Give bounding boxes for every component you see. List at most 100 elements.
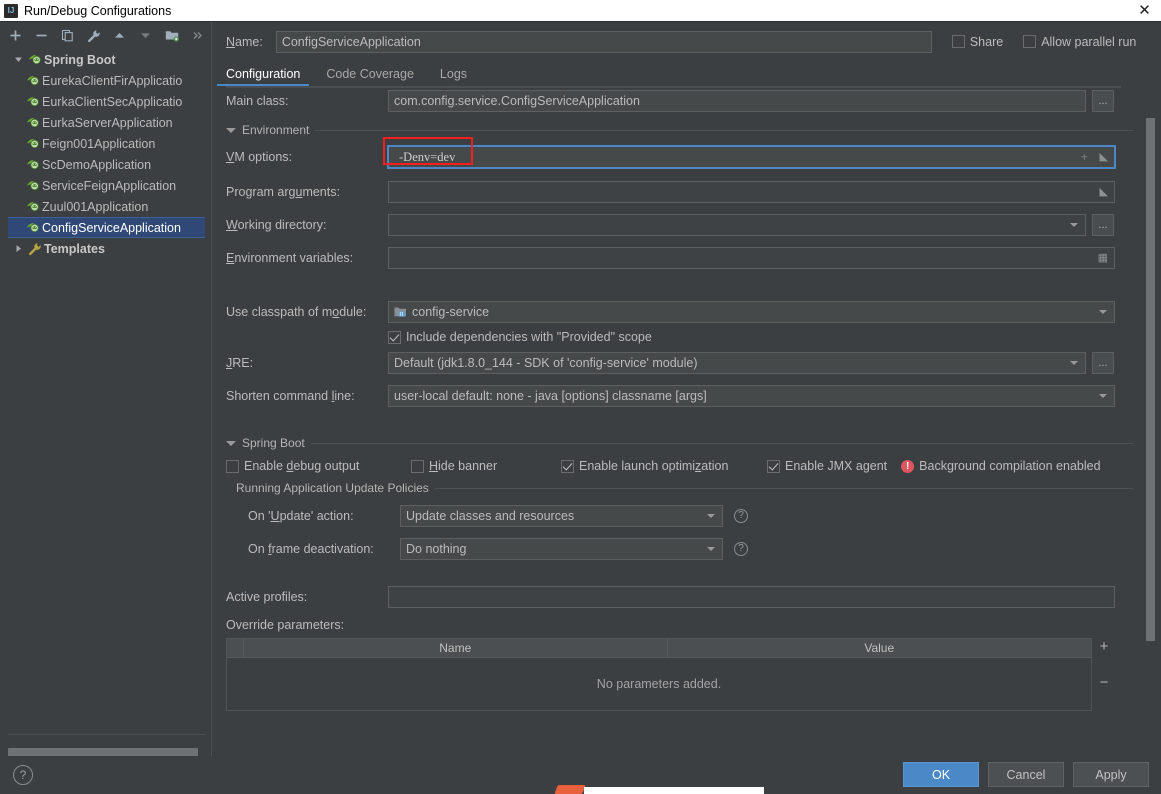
active-profiles-field[interactable] — [388, 586, 1115, 608]
tree-item-scdemoapplication[interactable]: ScDemoApplication — [8, 154, 205, 175]
enable-launch-optimization-checkbox[interactable]: Enable launch optimization — [561, 459, 767, 473]
tab-code-coverage[interactable]: Code Coverage — [326, 67, 414, 86]
enable-launch-optimization-checkbox-box[interactable] — [561, 459, 574, 473]
main-class-browse-button[interactable]: ... — [1092, 90, 1114, 112]
parameters-grid[interactable]: Name Value No parameters added. — [226, 638, 1092, 711]
dialog-footer: ? OK Cancel Apply — [0, 756, 1161, 794]
tab-logs[interactable]: Logs — [440, 67, 467, 86]
shorten-command-line-dropdown[interactable]: user-local default: none - java [options… — [388, 385, 1115, 407]
enable-debug-output-checkbox-box[interactable] — [226, 459, 239, 473]
copy-icon[interactable] — [59, 27, 76, 44]
enable-jmx-agent-checkbox[interactable]: Enable JMX agent — [767, 459, 887, 473]
share-checkbox[interactable]: Share — [951, 35, 1003, 49]
include-provided-checkbox-box[interactable] — [388, 330, 401, 344]
wrench-icon[interactable] — [85, 27, 102, 44]
apply-button[interactable]: Apply — [1073, 762, 1149, 787]
scrollbar-thumb[interactable] — [1146, 118, 1155, 641]
program-arguments-row: Program arguments: ◣ — [226, 181, 1133, 203]
chevron-down-icon[interactable] — [707, 514, 715, 518]
expand-icon[interactable]: ◣ — [1100, 147, 1108, 167]
plus-icon[interactable] — [7, 27, 24, 44]
tree-item-configserviceapplication[interactable]: ConfigServiceApplication — [8, 217, 205, 238]
close-icon[interactable]: ✕ — [1136, 2, 1153, 19]
vm-options-wrapper: -Denv=dev + ◣ — [383, 137, 1116, 169]
arrow-up-icon[interactable] — [111, 27, 128, 44]
jre-dropdown[interactable]: Default (jdk1.8.0_144 - SDK of 'config-s… — [388, 352, 1086, 374]
run-config-icon — [24, 74, 42, 87]
working-directory-field[interactable] — [388, 214, 1086, 236]
chevron-down-icon[interactable] — [1070, 223, 1078, 227]
expand-icon[interactable]: ◣ — [1100, 182, 1108, 202]
help-icon[interactable]: ? — [734, 542, 748, 556]
override-parameters-table: Name Value No parameters added. + − — [226, 638, 1116, 711]
arrow-down-icon[interactable] — [137, 27, 154, 44]
chevron-down-icon[interactable] — [10, 55, 26, 64]
classpath-module-label: Use classpath of module: — [226, 305, 367, 319]
environment-variables-field[interactable]: ▦ — [388, 247, 1115, 269]
on-frame-deactivation-dropdown[interactable]: Do nothing — [400, 538, 723, 560]
cancel-button[interactable]: Cancel — [988, 762, 1064, 787]
column-header-value[interactable]: Value — [668, 639, 1091, 657]
section-divider — [310, 442, 1133, 444]
ok-button[interactable]: OK — [903, 762, 979, 787]
folder-add-icon[interactable] — [163, 27, 180, 44]
main-class-field[interactable]: com.config.service.ConfigServiceApplicat… — [388, 90, 1086, 112]
jre-row: JRE: Default (jdk1.8.0_144 - SDK of 'con… — [226, 352, 1133, 374]
minus-icon[interactable] — [33, 27, 50, 44]
tree-group-label: Spring Boot — [44, 52, 116, 67]
vm-options-field[interactable]: -Denv=dev + ◣ — [387, 145, 1116, 169]
jre-label: JRE: — [226, 356, 254, 370]
background-compilation-label: Background compilation enabled — [919, 459, 1101, 473]
help-icon[interactable]: ? — [734, 509, 748, 523]
working-directory-browse-button[interactable]: ... — [1092, 214, 1114, 236]
enable-debug-output-checkbox[interactable]: Enable debug output — [226, 459, 411, 473]
environment-variables-browse-icon[interactable]: ▦ — [1098, 248, 1108, 268]
tree-group-templates[interactable]: Templates — [8, 238, 205, 259]
jre-browse-button[interactable]: ... — [1092, 352, 1114, 374]
program-arguments-field[interactable]: ◣ — [388, 181, 1115, 203]
enable-jmx-agent-checkbox-box[interactable] — [767, 459, 780, 473]
tree-item-eurkaclientsecapplication[interactable]: EurkaClientSecApplicatio — [8, 91, 205, 112]
tree-item-feign001application[interactable]: Feign001Application — [8, 133, 205, 154]
tree-item-zuul001application[interactable]: Zuul001Application — [8, 196, 205, 217]
add-parameter-button[interactable]: + — [1100, 639, 1109, 654]
tree-item-eurkaserverapplication[interactable]: EurkaServerApplication — [8, 112, 205, 133]
plus-icon[interactable]: + — [1081, 147, 1088, 167]
help-icon[interactable]: ? — [13, 765, 33, 785]
tree-group-spring-boot[interactable]: Spring Boot — [8, 49, 205, 70]
environment-variables-label: Environment variables: — [226, 251, 354, 265]
on-update-action-dropdown[interactable]: Update classes and resources — [400, 505, 723, 527]
main-class-value: com.config.service.ConfigServiceApplicat… — [394, 94, 640, 108]
allow-parallel-run-checkbox-box[interactable] — [1023, 35, 1037, 48]
name-input[interactable] — [275, 30, 932, 53]
chevron-down-icon[interactable] — [226, 440, 236, 446]
include-provided-checkbox[interactable]: Include dependencies with "Provided" sco… — [388, 330, 652, 344]
on-update-action-label: On 'Update' action: — [248, 509, 354, 523]
hide-banner-checkbox-box[interactable] — [411, 459, 424, 473]
hide-banner-checkbox[interactable]: Hide banner — [411, 459, 561, 473]
chevron-down-icon[interactable] — [707, 547, 715, 551]
program-arguments-label: Program arguments: — [226, 185, 340, 199]
chevron-double-right-icon[interactable] — [189, 27, 206, 44]
allow-parallel-run-checkbox[interactable]: Allow parallel run — [1023, 35, 1136, 49]
window-title: Run/Debug Configurations — [24, 3, 172, 18]
shorten-command-line-row: Shorten command line: user-local default… — [226, 385, 1133, 407]
remove-parameter-button[interactable]: − — [1100, 675, 1109, 690]
configurations-tree[interactable]: Spring Boot EurekaClientFirApplicatio Eu… — [8, 49, 205, 735]
content-vertical-scrollbar[interactable] — [1145, 118, 1156, 763]
on-frame-deactivation-value: Do nothing — [406, 542, 467, 556]
chevron-down-icon[interactable] — [1070, 361, 1078, 365]
chevron-right-icon[interactable] — [10, 244, 26, 253]
column-header-name[interactable]: Name — [244, 639, 668, 657]
tab-configuration[interactable]: Configuration — [216, 67, 310, 86]
share-checkbox-box[interactable] — [951, 35, 965, 48]
main-class-row: Main class: com.config.service.ConfigSer… — [226, 90, 1133, 112]
chevron-down-icon[interactable] — [1099, 310, 1107, 314]
tree-item-eurekaclientfirapplication[interactable]: EurekaClientFirApplicatio — [8, 70, 205, 91]
sidebar-toolbar — [0, 22, 212, 49]
chevron-down-icon[interactable] — [1099, 394, 1107, 398]
tree-item-servicefeignapplication[interactable]: ServiceFeignApplication — [8, 175, 205, 196]
classpath-module-dropdown[interactable]: config-service — [388, 301, 1115, 323]
chevron-down-icon[interactable] — [226, 127, 236, 133]
enable-launch-optimization-label: Enable launch optimization — [579, 459, 729, 473]
